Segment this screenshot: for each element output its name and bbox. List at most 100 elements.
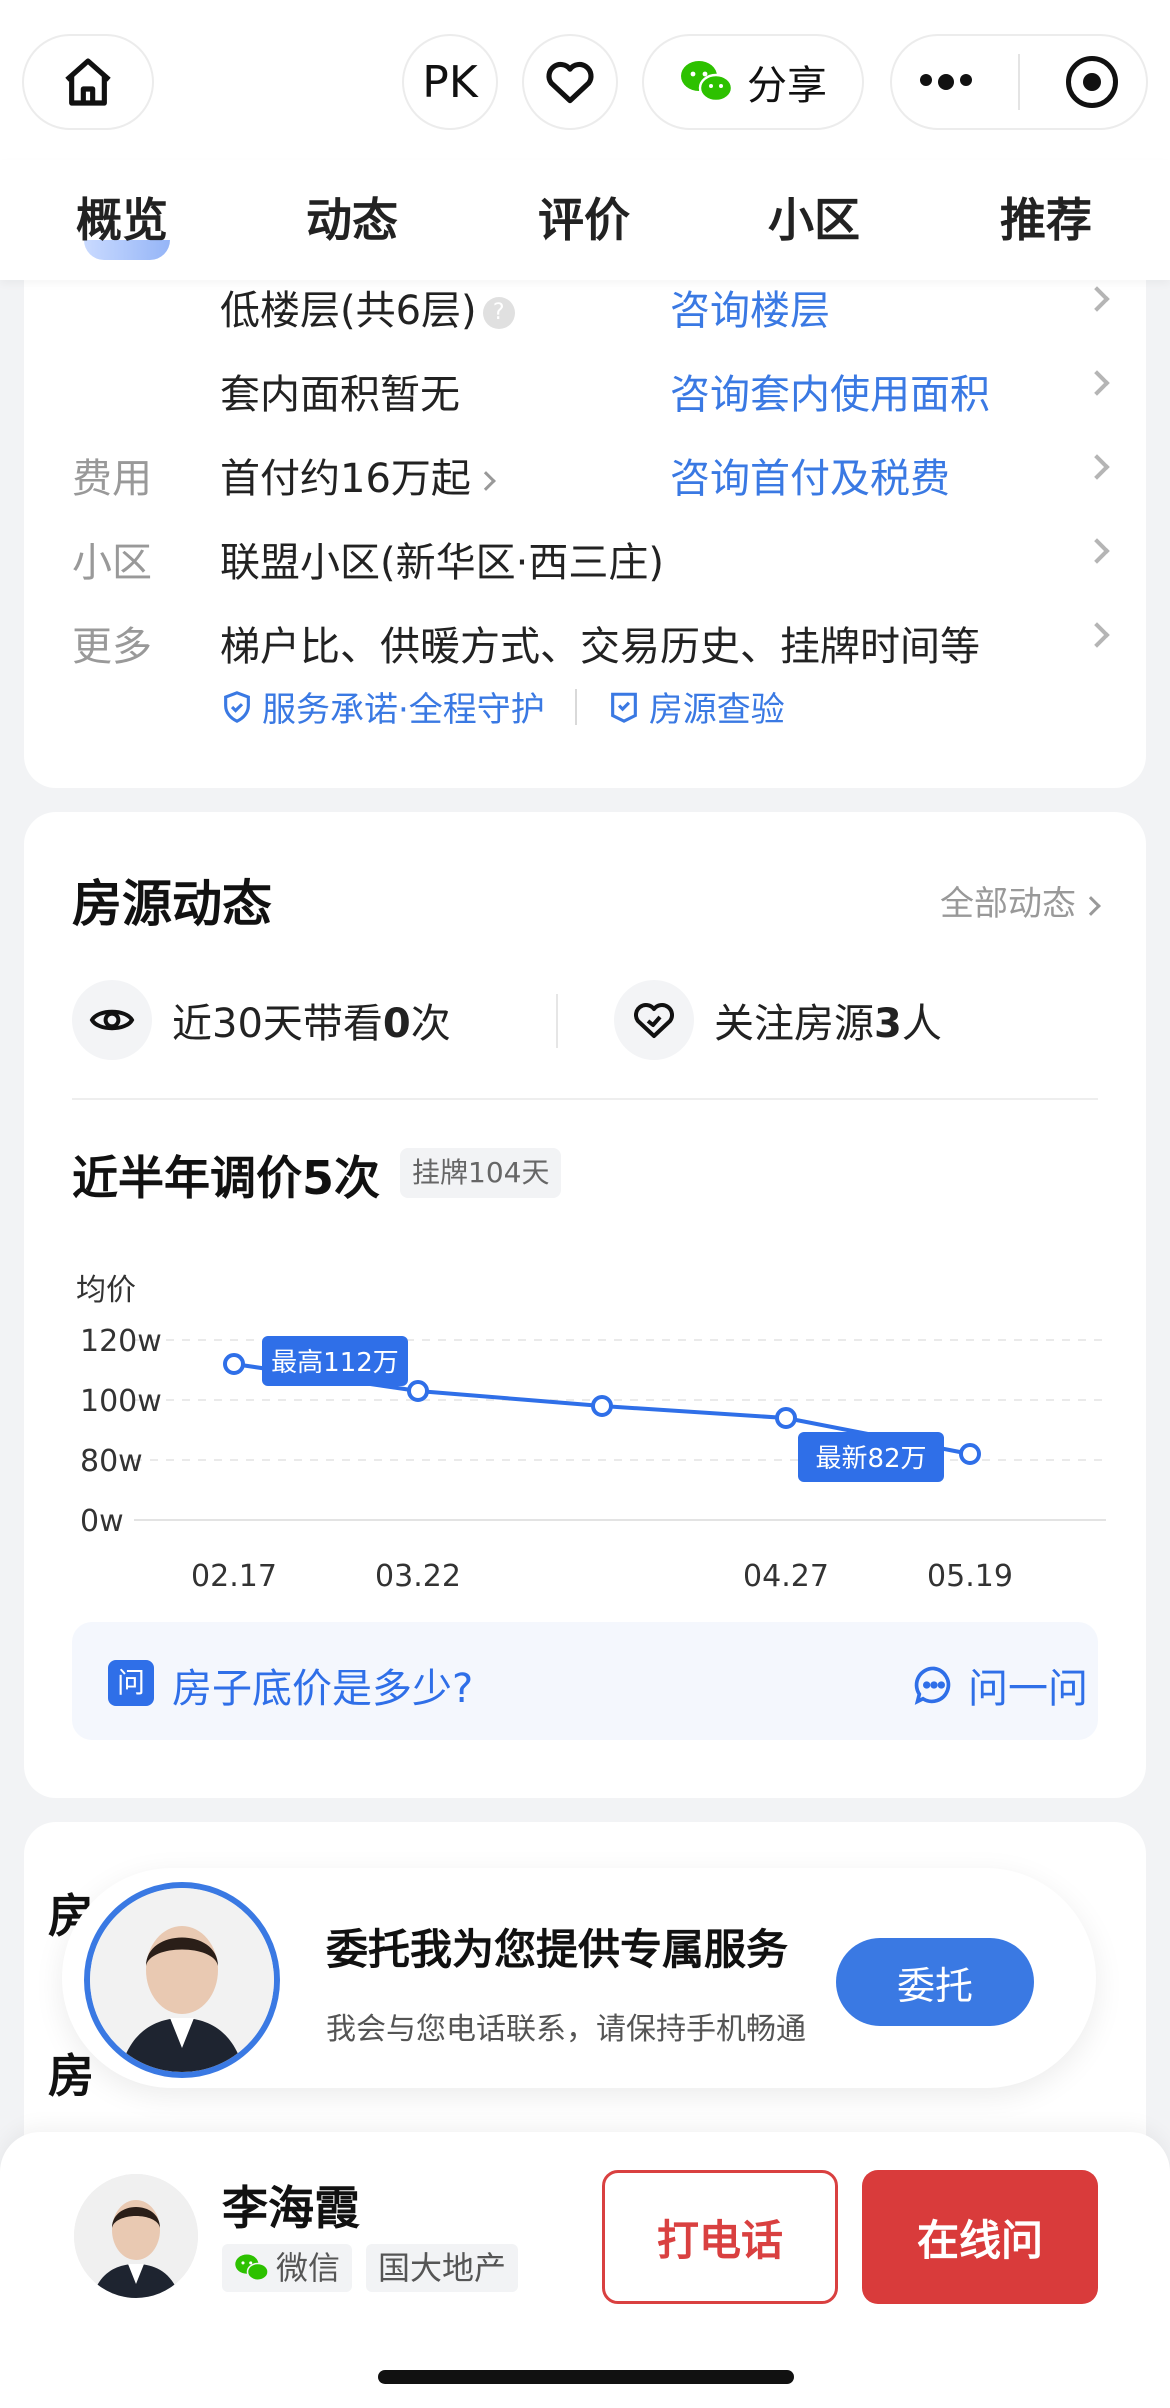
consult-fees-link[interactable]: 咨询首付及税费 [670, 446, 950, 504]
tab-label: 推荐 [1000, 193, 1092, 247]
agent-avatar-small[interactable] [74, 2174, 198, 2298]
viewings-prefix: 近30天带看 [172, 1001, 383, 1047]
tab-label: 评价 [538, 193, 630, 247]
detail-row-fees[interactable]: 费用 首付约16万起 咨询首付及税费 [24, 446, 1146, 506]
online-chat-button[interactable]: 在线问 [862, 2170, 1098, 2304]
top-bar: PK 分享 [0, 0, 1170, 170]
y-tick-label: 120w [80, 1324, 162, 1359]
data-label: 最新82万 [815, 1444, 926, 1474]
call-button[interactable]: 打电话 [602, 2170, 838, 2304]
more-label: 更多 [72, 624, 152, 670]
share-label: 分享 [747, 63, 827, 109]
floor-value: 低楼层(共6层)? [220, 278, 515, 336]
more-value: 梯户比、供暖方式、交易历史、挂牌时间等 [220, 624, 980, 670]
detail-row-community[interactable]: 小区 联盟小区(新华区·西三庄) [24, 530, 1146, 590]
price-point [407, 1380, 429, 1402]
section-tabs: 概览 动态 评价 小区 推荐 [0, 160, 1170, 280]
tab-community[interactable]: 小区 [768, 184, 860, 250]
tab-reviews[interactable]: 评价 [538, 184, 630, 250]
price-point [223, 1353, 245, 1375]
tab-recommend[interactable]: 推荐 [1000, 184, 1092, 250]
floor-text: 低楼层(共6层) [220, 288, 477, 334]
down-payment-value[interactable]: 首付约16万起 [220, 446, 496, 504]
service-divider [574, 688, 577, 725]
heart-check-icon [614, 980, 694, 1060]
fees-label: 费用 [72, 456, 152, 502]
followers-count: 3 [874, 1001, 902, 1047]
tab-label: 概览 [76, 193, 168, 247]
tab-overview[interactable]: 概览 [76, 184, 170, 260]
ask-question: 房子底价是多少? [172, 1666, 474, 1712]
close-target-icon[interactable] [1066, 56, 1118, 108]
service-promise-link[interactable]: 服务承诺·全程守护 [262, 682, 545, 731]
listing-dynamics-card: 房源动态 全部动态 近30天带看0次 关注房源3人 近半年调价5次 挂牌104天… [24, 812, 1146, 1798]
chevron-right-icon [1084, 286, 1110, 312]
section-title-peek: 房 [48, 2049, 94, 2103]
ask-badge: 问 [108, 1660, 154, 1706]
more-icon[interactable] [920, 74, 972, 90]
tab-label: 小区 [768, 193, 860, 247]
price-point [959, 1443, 981, 1465]
x-tick-label: 04.27 [743, 1559, 829, 1594]
followers-text: 关注房源3人 [714, 991, 942, 1049]
heart-icon [546, 61, 594, 104]
tab-dynamics[interactable]: 动态 [306, 184, 398, 250]
favorite-button[interactable] [522, 34, 618, 130]
chevron-right-icon [1081, 895, 1101, 916]
capsule-divider [1018, 54, 1020, 110]
detail-row-area[interactable]: 套内面积暂无 咨询套内使用面积 [24, 362, 1146, 422]
data-label: 最高112万 [271, 1348, 399, 1378]
followers-prefix: 关注房源 [714, 1001, 874, 1047]
shield-check-icon [224, 690, 250, 723]
dynamics-title: 房源动态 [72, 875, 272, 933]
consult-floor-link[interactable]: 咨询楼层 [670, 278, 830, 336]
community-label: 小区 [72, 540, 152, 586]
x-tick-label: 03.22 [375, 1559, 461, 1594]
y-tick-label: 80w [80, 1444, 143, 1479]
home-icon [65, 58, 111, 106]
area-value: 套内面积暂无 [220, 372, 460, 418]
mini-program-capsule [890, 34, 1148, 130]
check-box-icon [610, 692, 637, 723]
pk-button[interactable]: PK [402, 34, 498, 130]
chevron-right-icon [476, 471, 496, 491]
entrust-title: 委托我为您提供专属服务 [326, 1925, 789, 1974]
tab-label: 动态 [306, 193, 398, 247]
chevron-right-icon [1084, 370, 1110, 396]
home-button[interactable] [22, 34, 154, 130]
viewings-count: 0 [382, 1001, 411, 1047]
chevron-right-icon [1084, 454, 1110, 480]
entrust-subtitle: 我会与您电话联系，请保持手机畅通 [326, 2012, 806, 2047]
listing-days-tag: 挂牌104天 [400, 1148, 562, 1198]
x-tick-label: 05.19 [927, 1559, 1013, 1594]
y-tick-label: 100w [80, 1384, 162, 1419]
ask-button[interactable]: 问一问 [912, 1656, 1088, 1714]
wechat-tag[interactable]: 微信 [222, 2244, 353, 2292]
wechat-icon [235, 2254, 269, 2281]
listing-details-card: 低楼层(共6层)? 咨询楼层 套内面积暂无 咨询套内使用面积 费用 首付约16万… [24, 240, 1146, 788]
followers-suffix: 人 [901, 1001, 942, 1047]
share-button[interactable]: 分享 [642, 34, 864, 130]
company-tag: 国大地产 [366, 2244, 519, 2292]
inspection-link[interactable]: 房源查验 [649, 682, 785, 731]
entrust-button[interactable]: 委托 [836, 1938, 1034, 2026]
all-dynamics-link[interactable]: 全部动态 [940, 876, 1101, 925]
detail-row-more[interactable]: 更多 梯户比、供暖方式、交易历史、挂牌时间等 [24, 614, 1146, 674]
down-payment-text: 首付约16万起 [220, 456, 471, 502]
wechat-icon [681, 61, 734, 103]
wechat-tag-label: 微信 [276, 2249, 341, 2287]
ask-price-banner[interactable]: 问 房子底价是多少? 问一问 [72, 1622, 1098, 1740]
community-value: 联盟小区(新华区·西三庄) [220, 540, 664, 586]
detail-row-floor[interactable]: 低楼层(共6层)? 咨询楼层 [24, 278, 1146, 338]
x-tick-label: 02.17 [191, 1559, 277, 1594]
price-trend-chart: 均价 120w 100w 80w 0w 02.17 03.22 04.27 05.19 最高112… [76, 1273, 1106, 1594]
chevron-right-icon [1084, 538, 1110, 564]
home-indicator [378, 2370, 794, 2384]
agent-avatar[interactable] [84, 1882, 280, 2078]
chevron-right-icon [1084, 622, 1110, 648]
stat-divider [556, 994, 558, 1048]
help-icon[interactable]: ? [482, 297, 515, 329]
price-point [591, 1395, 613, 1417]
consult-area-link[interactable]: 咨询套内使用面积 [670, 362, 990, 420]
y-tick-label: 0w [80, 1504, 124, 1539]
